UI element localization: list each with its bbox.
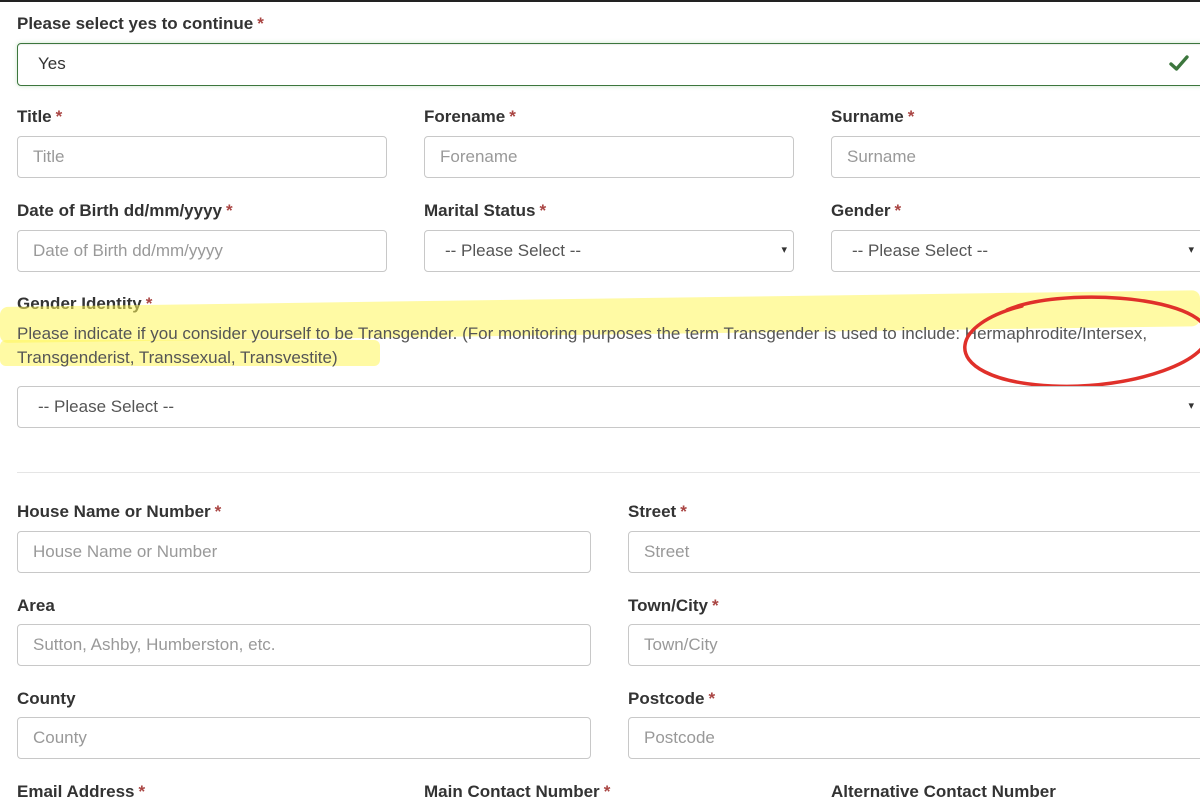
marital-status-select[interactable]: -- Please Select -- ▾: [424, 230, 794, 272]
dob-label-text: Date of Birth dd/mm/yyyy: [17, 201, 222, 220]
required-marker: *: [907, 107, 915, 126]
gender-identity-help-text: Please indicate if you consider yourself…: [17, 324, 1148, 367]
area-input[interactable]: Sutton, Ashby, Humberston, etc.: [17, 624, 591, 666]
postcode-placeholder: Postcode: [644, 728, 715, 747]
required-marker: *: [509, 107, 516, 126]
surname-label-text: Surname: [831, 107, 904, 126]
county-input[interactable]: County: [17, 717, 591, 759]
house-placeholder: House Name or Number: [33, 542, 218, 561]
house-label: House Name or Number *: [17, 502, 221, 522]
required-marker: *: [708, 689, 716, 708]
surname-input[interactable]: Surname: [831, 136, 1200, 178]
forename-label-text: Forename: [424, 107, 506, 126]
gender-identity-value: -- Please Select --: [38, 397, 175, 416]
county-label: County: [17, 689, 76, 709]
county-label-text: County: [17, 689, 76, 708]
check-icon: [1169, 55, 1189, 71]
continue-label-text: Please select yes to continue: [17, 14, 254, 33]
required-marker: *: [138, 782, 146, 801]
surname-placeholder: Surname: [847, 147, 916, 166]
dob-input[interactable]: Date of Birth dd/mm/yyyy: [17, 230, 387, 272]
town-label: Town/City *: [628, 596, 719, 616]
continue-select[interactable]: Yes: [17, 43, 1200, 86]
required-marker: *: [894, 201, 902, 220]
postcode-label-text: Postcode: [628, 689, 705, 708]
chevron-down-icon: ▾: [781, 244, 787, 256]
section-divider: [17, 472, 1200, 473]
main-phone-label: Main Contact Number *: [424, 782, 610, 802]
forename-label: Forename *: [424, 107, 516, 127]
street-label: Street *: [628, 502, 687, 522]
area-label-text: Area: [17, 596, 55, 615]
title-placeholder: Title: [33, 147, 65, 166]
street-label-text: Street: [628, 502, 677, 521]
top-border: [0, 0, 1200, 2]
dob-label: Date of Birth dd/mm/yyyy *: [17, 201, 233, 221]
gender-label: Gender *: [831, 201, 901, 221]
required-marker: *: [257, 14, 264, 33]
alt-phone-label: Alternative Contact Number: [831, 782, 1056, 802]
chevron-down-icon: ▾: [1188, 244, 1194, 256]
required-marker: *: [145, 294, 153, 313]
required-marker: *: [539, 201, 547, 220]
required-marker: *: [711, 596, 719, 615]
postcode-input[interactable]: Postcode: [628, 717, 1200, 759]
forename-input[interactable]: Forename: [424, 136, 794, 178]
main-phone-label-text: Main Contact Number: [424, 782, 600, 801]
street-placeholder: Street: [644, 542, 690, 561]
area-label: Area: [17, 596, 55, 616]
surname-label: Surname *: [831, 107, 914, 127]
forename-placeholder: Forename: [440, 147, 518, 166]
town-placeholder: Town/City: [644, 635, 718, 654]
dob-placeholder: Date of Birth dd/mm/yyyy: [33, 241, 223, 260]
postcode-label: Postcode *: [628, 689, 715, 709]
email-label: Email Address *: [17, 782, 145, 802]
street-input[interactable]: Street: [628, 531, 1200, 573]
required-marker: *: [55, 107, 63, 126]
title-label: Title *: [17, 107, 62, 127]
alt-phone-label-text: Alternative Contact Number: [831, 782, 1056, 801]
title-input[interactable]: Title: [17, 136, 387, 178]
town-label-text: Town/City: [628, 596, 708, 615]
gender-value: -- Please Select --: [852, 241, 989, 260]
marital-status-value: -- Please Select --: [445, 241, 582, 260]
marital-status-label: Marital Status *: [424, 201, 546, 221]
gender-identity-label-text: Gender Identity: [17, 294, 142, 313]
marital-status-label-text: Marital Status: [424, 201, 536, 220]
gender-identity-select[interactable]: -- Please Select -- ▾: [17, 386, 1200, 428]
continue-label: Please select yes to continue *: [17, 14, 264, 34]
house-input[interactable]: House Name or Number: [17, 531, 591, 573]
required-marker: *: [214, 502, 222, 521]
gender-select[interactable]: -- Please Select -- ▾: [831, 230, 1200, 272]
email-label-text: Email Address: [17, 782, 135, 801]
gender-identity-label: Gender Identity *: [17, 294, 152, 314]
town-input[interactable]: Town/City: [628, 624, 1200, 666]
county-placeholder: County: [33, 728, 87, 747]
application-form: Please select yes to continue * Yes Title…: [0, 0, 1200, 805]
required-marker: *: [603, 782, 611, 801]
title-label-text: Title: [17, 107, 52, 126]
chevron-down-icon: ▾: [1188, 400, 1194, 412]
area-placeholder: Sutton, Ashby, Humberston, etc.: [33, 635, 276, 654]
required-marker: *: [680, 502, 687, 521]
house-label-text: House Name or Number: [17, 502, 211, 521]
required-marker: *: [226, 201, 233, 220]
continue-select-value: Yes: [38, 54, 66, 73]
gender-label-text: Gender: [831, 201, 891, 220]
